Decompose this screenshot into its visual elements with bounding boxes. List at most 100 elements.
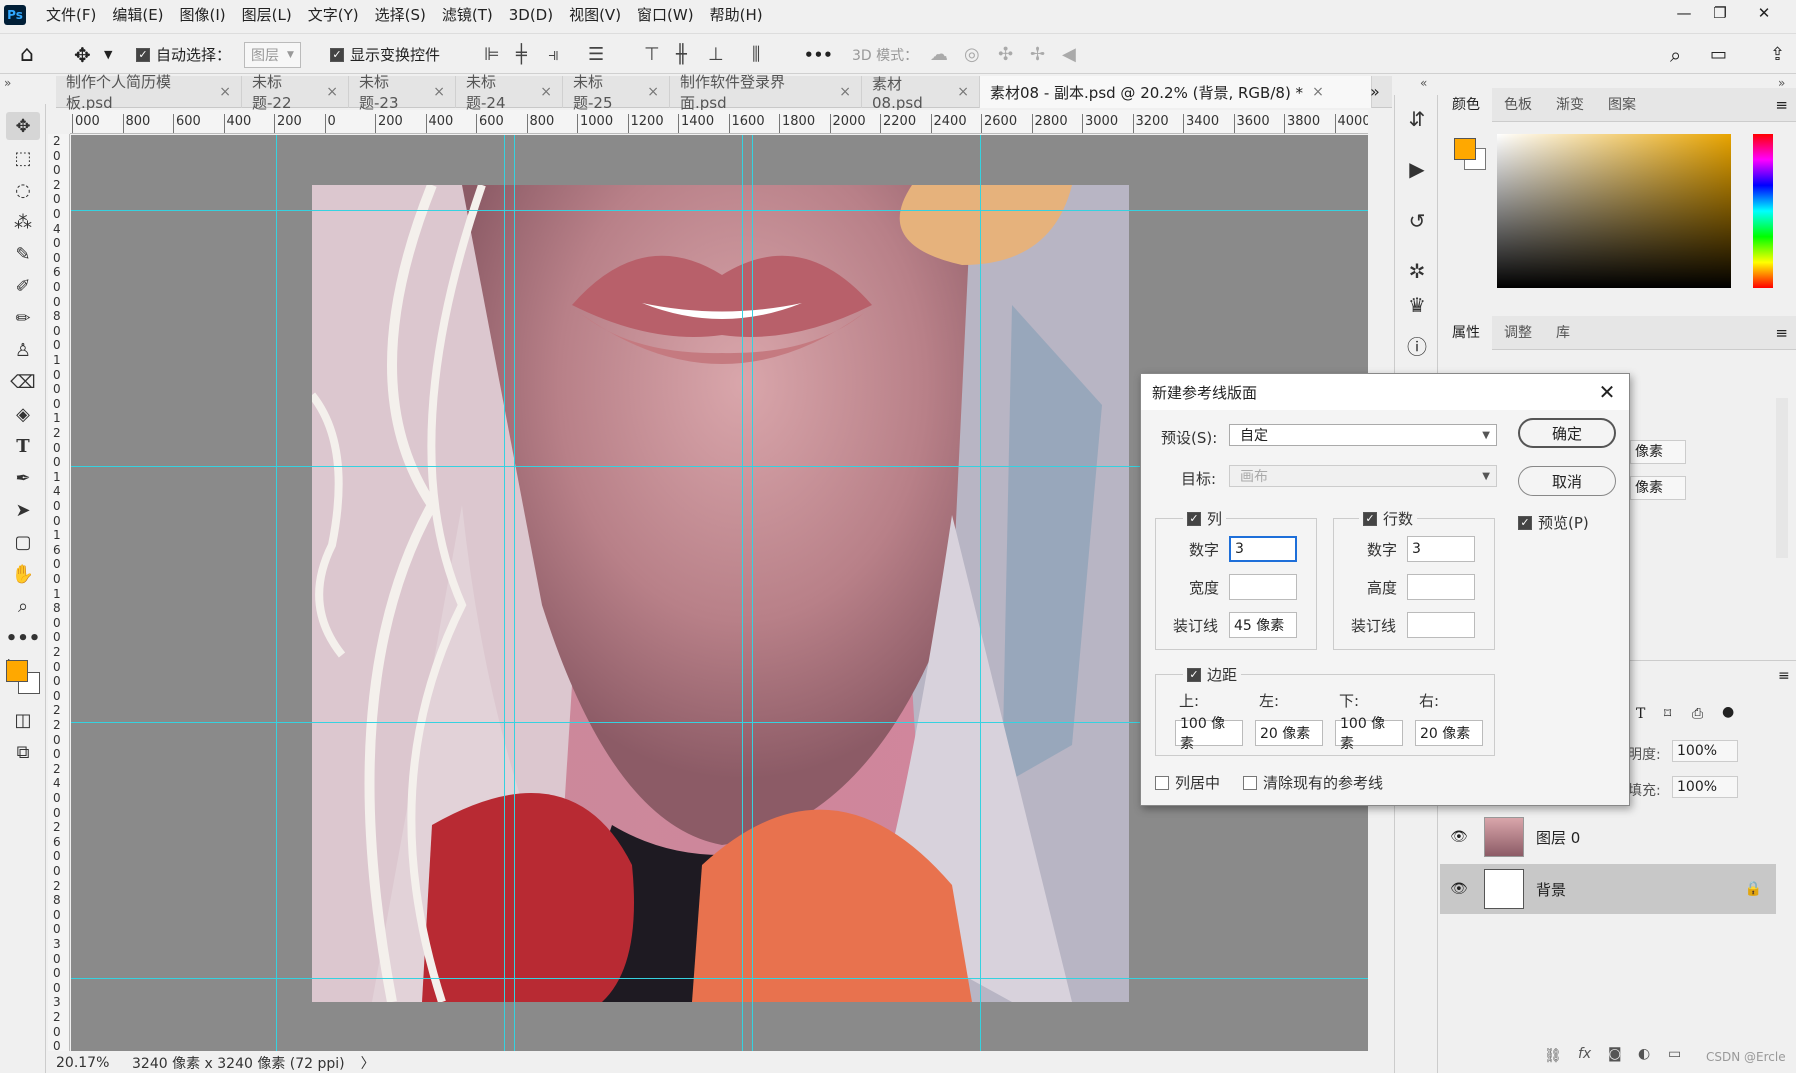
guide-line-vertical[interactable] [752,135,753,1051]
document-image[interactable] [312,185,1129,1002]
doc-tab[interactable]: 未标题-24 × [456,73,563,112]
path-select-icon[interactable]: ➤ [6,496,40,524]
margin-left-input[interactable]: 20 像素 [1255,720,1323,746]
adjustment-layer-icon[interactable]: ◐ [1638,1046,1650,1062]
brushes-icon[interactable]: ♛ [1401,289,1433,321]
menu-help[interactable]: 帮助(H) [702,0,771,30]
panel-menu-icon[interactable]: ≡ [1778,668,1790,684]
tabs-overflow-icon[interactable]: » [1370,82,1380,101]
clear-guides-checkbox[interactable]: ✓ 清除现有的参考线 [1243,772,1383,793]
info-icon[interactable]: ⓘ [1401,329,1433,361]
menu-file[interactable]: 文件(F) [38,0,104,30]
doc-tab[interactable]: 制作个人简历模板.psd × [56,73,242,112]
magic-wand-icon[interactable]: ⁂ [6,208,40,236]
type-tool-icon[interactable]: T [6,432,40,460]
fill-input[interactable]: 100% [1672,776,1738,798]
close-icon[interactable]: × [1312,84,1324,100]
close-icon[interactable]: × [540,84,552,100]
menu-window[interactable]: 窗口(W) [629,0,702,30]
layer-row[interactable]: 👁 图层 0 [1440,812,1776,862]
doc-tab-active[interactable]: 素材08 - 副本.psd @ 20.2% (背景, RGB/8) * × [980,76,1372,108]
eyedropper-icon[interactable]: ✎ [6,240,40,268]
restore-button[interactable]: ❐ [1700,0,1740,26]
close-icon[interactable]: × [433,84,445,100]
guide-line-vertical[interactable] [514,135,515,1051]
close-icon[interactable]: × [219,84,231,100]
menu-filter[interactable]: 滤镜(T) [434,0,501,30]
close-icon[interactable]: × [839,84,851,100]
doc-tab[interactable]: 未标题-25 × [563,73,670,112]
foreground-color-swatch[interactable] [6,660,28,682]
align-right-icon[interactable]: ⫣ [548,34,559,75]
more-tools-icon[interactable]: ••• [6,624,41,652]
distribute-vertical-icon[interactable]: ⫼ [752,34,760,75]
3d-orbit-icon[interactable]: ☁ [930,34,948,75]
chevron-down-icon[interactable]: ▼ [104,34,112,75]
columns-checkbox[interactable]: ✓ 列 [1183,508,1227,529]
preset-select[interactable]: 自定 ▼ [1229,424,1497,446]
align-left-icon[interactable]: ⊫ [484,34,500,75]
tab-adjustments[interactable]: 调整 [1492,316,1544,350]
auto-select-dropdown[interactable]: 图层 ▼ [244,41,301,68]
fx-icon[interactable]: fx [1578,1046,1591,1062]
paint-bucket-icon[interactable]: ◈ [6,400,40,428]
history-icon[interactable]: ↺ [1401,205,1433,237]
home-icon[interactable]: ⌂ [20,34,34,75]
filter-smart-icon[interactable]: ⎙ [1692,706,1703,722]
margin-top-input[interactable]: 100 像素 [1175,716,1243,752]
menu-view[interactable]: 视图(V) [561,0,629,30]
columns-number-input[interactable]: 3 [1229,536,1297,562]
zoom-level[interactable]: 20.17% [56,1055,116,1071]
unit-field[interactable]: 像素 [1630,476,1686,500]
align-middle-icon[interactable]: ╫ [676,34,687,75]
align-top-icon[interactable]: ⊤ [644,34,660,75]
ok-button[interactable]: 确定 [1518,418,1616,448]
stamp-tool-icon[interactable]: ♙ [6,336,40,364]
artboard-icon[interactable]: ⇵ [1401,103,1433,135]
brush-settings-icon[interactable]: ✲ [1401,255,1433,287]
marquee-tool-icon[interactable]: ⬚ [6,144,40,172]
link-layers-icon[interactable]: ⛓ [1544,1048,1562,1064]
doc-tab[interactable]: 未标题-23 × [349,73,456,112]
guide-line-vertical[interactable] [504,135,505,1051]
panel-menu-icon[interactable]: ≡ [1775,96,1788,114]
guide-line-vertical[interactable] [276,135,277,1051]
pen-tool-icon[interactable]: ✒ [6,464,40,492]
menu-3d[interactable]: 3D(D) [501,0,561,30]
3d-scale-icon[interactable]: ◀ [1062,34,1076,75]
align-center-icon[interactable]: ╪ [516,34,527,75]
menu-select[interactable]: 选择(S) [367,0,434,30]
doc-tab[interactable]: 制作软件登录界面.psd × [670,73,862,112]
align-bottom-icon[interactable]: ⊥ [708,34,724,75]
healing-brush-icon[interactable]: ✐ [6,272,40,300]
close-icon[interactable]: × [326,84,338,100]
unit-field[interactable]: 像素 [1630,440,1686,464]
margin-bottom-input[interactable]: 100 像素 [1335,716,1403,752]
layer-row-selected[interactable]: 👁 背景 🔒 [1440,864,1776,914]
collapse-toolbar-icon[interactable]: » [4,76,11,90]
auto-select-checkbox[interactable]: ✓ 自动选择： [136,34,231,75]
eye-icon[interactable]: 👁 [1450,829,1470,845]
search-icon[interactable]: ⌕ [1670,34,1681,75]
hue-slider[interactable] [1753,134,1773,288]
opacity-input[interactable]: 100% [1672,740,1738,762]
eraser-tool-icon[interactable]: ⌫ [6,368,40,396]
tab-color[interactable]: 颜色 [1440,87,1492,122]
scrollbar[interactable] [1776,398,1788,558]
cancel-button[interactable]: 取消 [1518,466,1616,496]
close-icon[interactable]: × [647,84,659,100]
brush-tool-icon[interactable]: ✏ [6,304,40,332]
screen-mode-icon[interactable]: ⧉ [6,738,40,766]
show-transform-checkbox[interactable]: ✓ 显示变换控件 [330,34,440,75]
rectangle-tool-icon[interactable]: ▢ [6,528,40,556]
guide-line-vertical[interactable] [742,135,743,1051]
3d-slide-icon[interactable]: ✢ [1030,34,1045,75]
guide-line-horizontal[interactable] [71,210,1368,211]
guide-line-vertical[interactable] [980,135,981,1051]
doc-tab[interactable]: 素材08.psd × [862,75,980,112]
zoom-tool-icon[interactable]: ⌕ [6,592,40,620]
group-folder-icon[interactable]: ▭ [1668,1046,1681,1062]
columns-gutter-input[interactable]: 45 像素 [1229,612,1297,638]
more-options-icon[interactable]: ••• [804,34,833,75]
move-tool-icon[interactable]: ✥ [74,34,91,75]
